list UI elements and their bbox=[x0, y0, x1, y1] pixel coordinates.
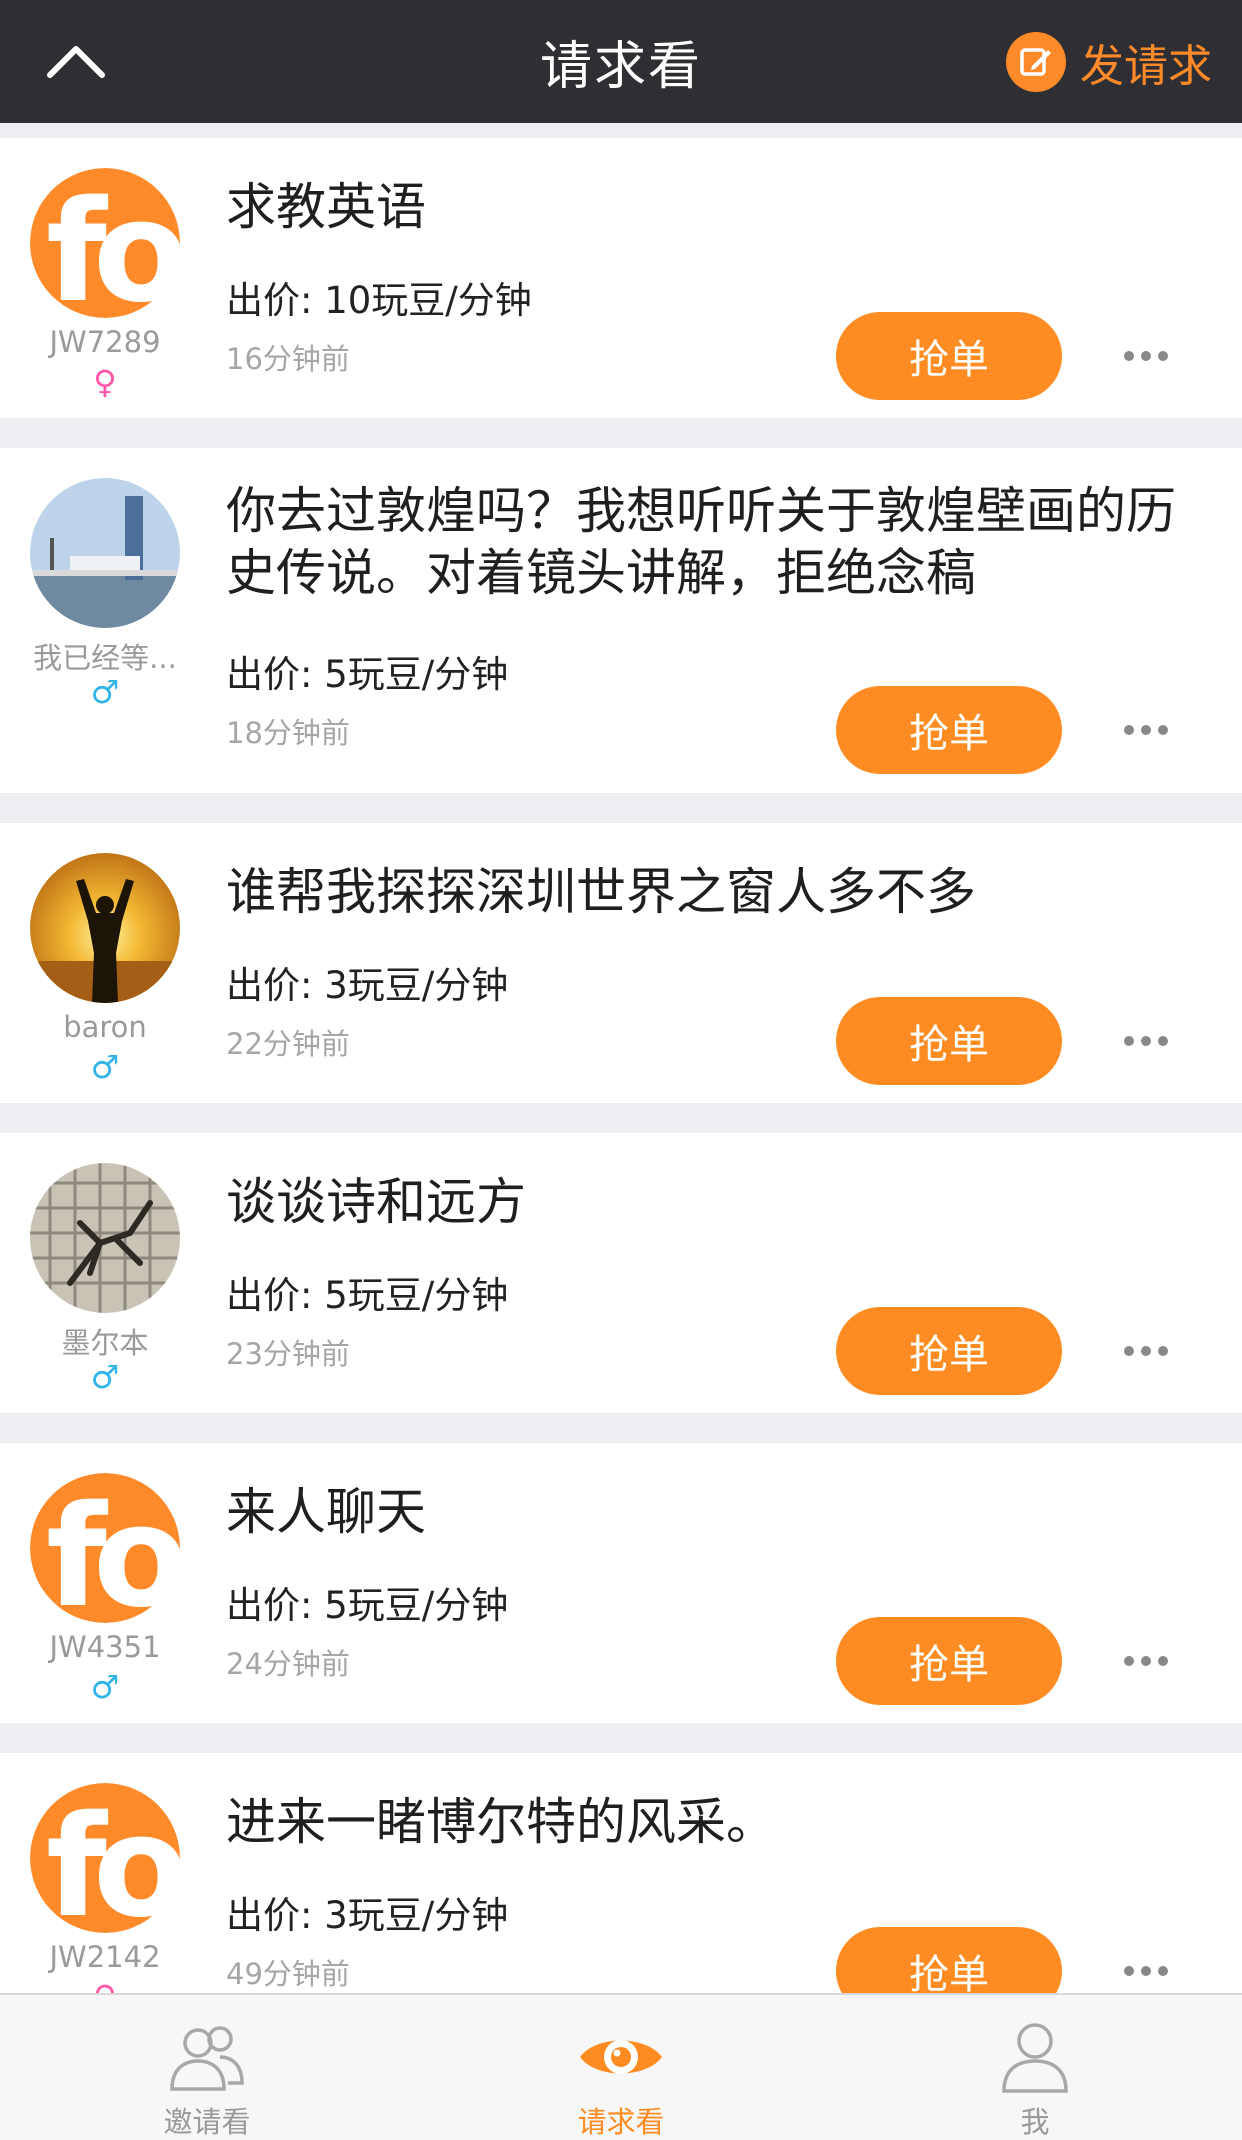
username: 墨尔本 bbox=[61, 1326, 149, 1360]
page-title: 请求看 bbox=[539, 37, 702, 97]
tab-invite[interactable]: 邀请看 bbox=[0, 1995, 414, 2140]
tab-bar: 邀请看 请求看 我 bbox=[0, 1993, 1242, 2140]
request-price: 出价: 5玩豆/分钟 bbox=[226, 653, 509, 696]
request-card: 墨尔本 ♂ 谈谈诗和远方 出价: 5玩豆/分钟 23分钟前 抢单 bbox=[0, 1133, 1242, 1413]
female-icon: ♀ bbox=[93, 363, 117, 401]
avatar[interactable] bbox=[30, 478, 180, 628]
request-card: fo JW4351 ♂ 来人聊天 出价: 5玩豆/分钟 24分钟前 抢单 bbox=[0, 1443, 1242, 1723]
request-title: 谁帮我探探深圳世界之窗人多不多 bbox=[226, 863, 976, 921]
username: JW2142 bbox=[49, 1940, 161, 1974]
request-card: fo JW2142 ♀ 进来一睹博尔特的风采。 出价: 3玩豆/分钟 49分钟前… bbox=[0, 1753, 1242, 1993]
tab-label: 邀请看 bbox=[163, 2105, 251, 2139]
username: 我已经等... bbox=[33, 641, 177, 675]
grab-order-button[interactable]: 抢单 bbox=[836, 312, 1062, 400]
male-icon: ♂ bbox=[90, 673, 120, 711]
request-time: 49分钟前 bbox=[226, 1957, 350, 1991]
tab-label: 我 bbox=[1020, 2105, 1050, 2139]
request-title: 来人聊天 bbox=[226, 1483, 426, 1541]
collapse-button[interactable] bbox=[36, 26, 116, 96]
grab-order-button[interactable]: 抢单 bbox=[836, 1307, 1062, 1395]
post-request-button[interactable]: 发请求 bbox=[1006, 24, 1212, 100]
username: baron bbox=[63, 1010, 147, 1044]
more-icon[interactable] bbox=[1124, 1651, 1168, 1671]
edit-icon bbox=[1006, 32, 1066, 92]
more-icon[interactable] bbox=[1124, 1341, 1168, 1361]
request-time: 18分钟前 bbox=[226, 716, 350, 750]
request-price: 出价: 5玩豆/分钟 bbox=[226, 1584, 509, 1627]
request-card: 我已经等... ♂ 你去过敦煌吗？我想听听关于敦煌壁画的历史传说。对着镜头讲解，… bbox=[0, 448, 1242, 793]
request-title: 求教英语 bbox=[226, 178, 426, 236]
request-list[interactable]: fo JW7289 ♀ 求教英语 出价: 10玩豆/分钟 16分钟前 抢单 我已… bbox=[0, 123, 1242, 1993]
grab-order-button[interactable]: 抢单 bbox=[836, 1617, 1062, 1705]
svg-text:fo: fo bbox=[46, 1786, 180, 1933]
request-title: 你去过敦煌吗？我想听听关于敦煌壁画的历史传说。对着镜头讲解，拒绝念稿 bbox=[226, 482, 1176, 602]
request-time: 22分钟前 bbox=[226, 1027, 350, 1061]
grab-order-button[interactable]: 抢单 bbox=[836, 1927, 1062, 1993]
svg-text:fo: fo bbox=[46, 1476, 180, 1623]
more-icon[interactable] bbox=[1124, 720, 1168, 740]
tab-me[interactable]: 我 bbox=[828, 1995, 1242, 2140]
request-time: 23分钟前 bbox=[226, 1337, 350, 1371]
tab-request[interactable]: 请求看 bbox=[414, 1995, 828, 2140]
avatar[interactable]: fo bbox=[30, 168, 180, 318]
chevron-up-icon bbox=[47, 46, 105, 78]
username: JW4351 bbox=[49, 1630, 161, 1664]
male-icon: ♂ bbox=[90, 1358, 120, 1396]
person-icon bbox=[990, 2017, 1080, 2095]
request-time: 24分钟前 bbox=[226, 1647, 350, 1681]
request-title: 谈谈诗和远方 bbox=[226, 1173, 526, 1231]
grab-order-button[interactable]: 抢单 bbox=[836, 686, 1062, 774]
male-icon: ♂ bbox=[90, 1668, 120, 1706]
female-icon: ♀ bbox=[0, 1979, 210, 1993]
users-icon bbox=[162, 2017, 252, 2095]
request-title: 进来一睹博尔特的风采。 bbox=[226, 1793, 776, 1851]
request-price: 出价: 3玩豆/分钟 bbox=[226, 964, 509, 1007]
navigation-bar: 请求看 发请求 bbox=[0, 0, 1242, 123]
eye-icon bbox=[576, 2017, 666, 2095]
post-request-label: 发请求 bbox=[1080, 41, 1212, 92]
more-icon[interactable] bbox=[1124, 346, 1168, 366]
avatar[interactable] bbox=[30, 853, 180, 1003]
more-icon[interactable] bbox=[1124, 1961, 1168, 1981]
avatar[interactable] bbox=[30, 1163, 180, 1313]
avatar[interactable]: fo bbox=[30, 1473, 180, 1623]
request-time: 16分钟前 bbox=[226, 342, 350, 376]
avatar[interactable]: fo bbox=[30, 1783, 180, 1933]
request-card: baron ♂ 谁帮我探探深圳世界之窗人多不多 出价: 3玩豆/分钟 22分钟前… bbox=[0, 823, 1242, 1103]
tab-label: 请求看 bbox=[577, 2105, 665, 2139]
more-icon[interactable] bbox=[1124, 1031, 1168, 1051]
request-price: 出价: 3玩豆/分钟 bbox=[226, 1894, 509, 1937]
app-screen: 请求看 发请求 fo JW7289 ♀ 求教英语 出价: 10玩豆/分钟 16分… bbox=[0, 0, 1242, 2140]
request-price: 出价: 10玩豆/分钟 bbox=[226, 279, 532, 322]
male-icon: ♂ bbox=[90, 1048, 120, 1086]
grab-order-button[interactable]: 抢单 bbox=[836, 997, 1062, 1085]
request-card: fo JW7289 ♀ 求教英语 出价: 10玩豆/分钟 16分钟前 抢单 bbox=[0, 138, 1242, 418]
request-price: 出价: 5玩豆/分钟 bbox=[226, 1274, 509, 1317]
svg-text:fo: fo bbox=[46, 171, 180, 318]
username: JW7289 bbox=[49, 325, 161, 359]
